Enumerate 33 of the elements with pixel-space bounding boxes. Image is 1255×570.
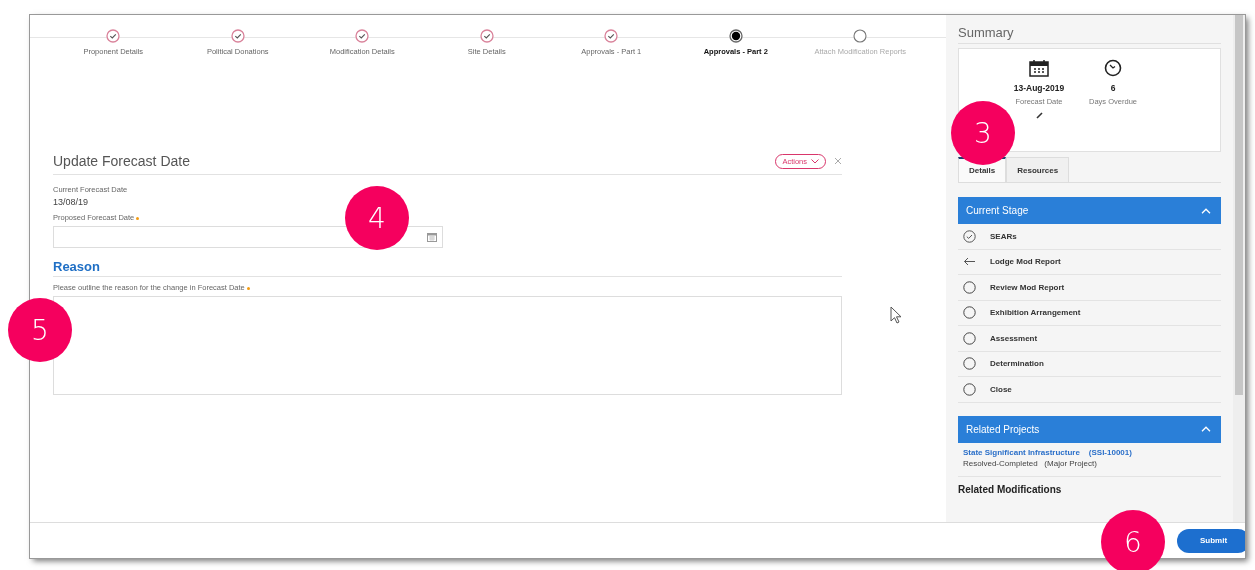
stage-item: Close: [990, 384, 1012, 394]
chevron-up-icon[interactable]: [1201, 207, 1211, 214]
submit-button[interactable]: Submit: [1177, 528, 1245, 553]
tab[interactable]: Resources: [1006, 157, 1070, 182]
close-icon[interactable]: [834, 157, 842, 165]
stage-item: Review Mod Report: [990, 282, 1065, 292]
stage-item: Lodge Mod Report: [990, 257, 1061, 267]
section-header[interactable]: Related Projects: [958, 415, 1221, 443]
panel-title: Summary: [958, 25, 1221, 44]
chevron-up-icon[interactable]: [1201, 426, 1211, 432]
section-heading: Reason: [53, 259, 842, 277]
section-header-title: Current Stage: [966, 205, 1029, 216]
project-link[interactable]: State Significant Infrastructure (SSI-10001): [963, 447, 1216, 457]
pencil-icon[interactable]: [1035, 112, 1043, 119]
section-heading: Related Modifications: [958, 483, 1063, 495]
days-overdue-count: 6: [1110, 83, 1116, 93]
forecast-date: 13-Aug-2019: [1013, 83, 1065, 93]
project-status: Resolved-Completed (Major Project): [963, 458, 1098, 468]
stage-item: Determination: [990, 359, 1044, 369]
cursor-icon: [890, 306, 902, 324]
field-value: 13/08/19: [53, 197, 90, 207]
stage-item: Exhibition Arrangement: [990, 308, 1081, 318]
calendar-icon[interactable]: [427, 232, 437, 242]
callout-badge: 5: [8, 298, 72, 362]
clock-icon: [1104, 59, 1122, 77]
section-header[interactable]: Current Stage: [958, 197, 1221, 224]
stage-item: SEARs: [990, 231, 1017, 241]
calendar-icon: [1029, 59, 1049, 77]
form-title: Update Forecast Date: [53, 153, 191, 169]
section-header-title: Related Projects: [966, 423, 1040, 435]
stage-item: Assessment: [990, 333, 1038, 343]
chevron-down-icon: [811, 158, 819, 164]
scrollbar-thumb[interactable]: [1235, 15, 1243, 395]
